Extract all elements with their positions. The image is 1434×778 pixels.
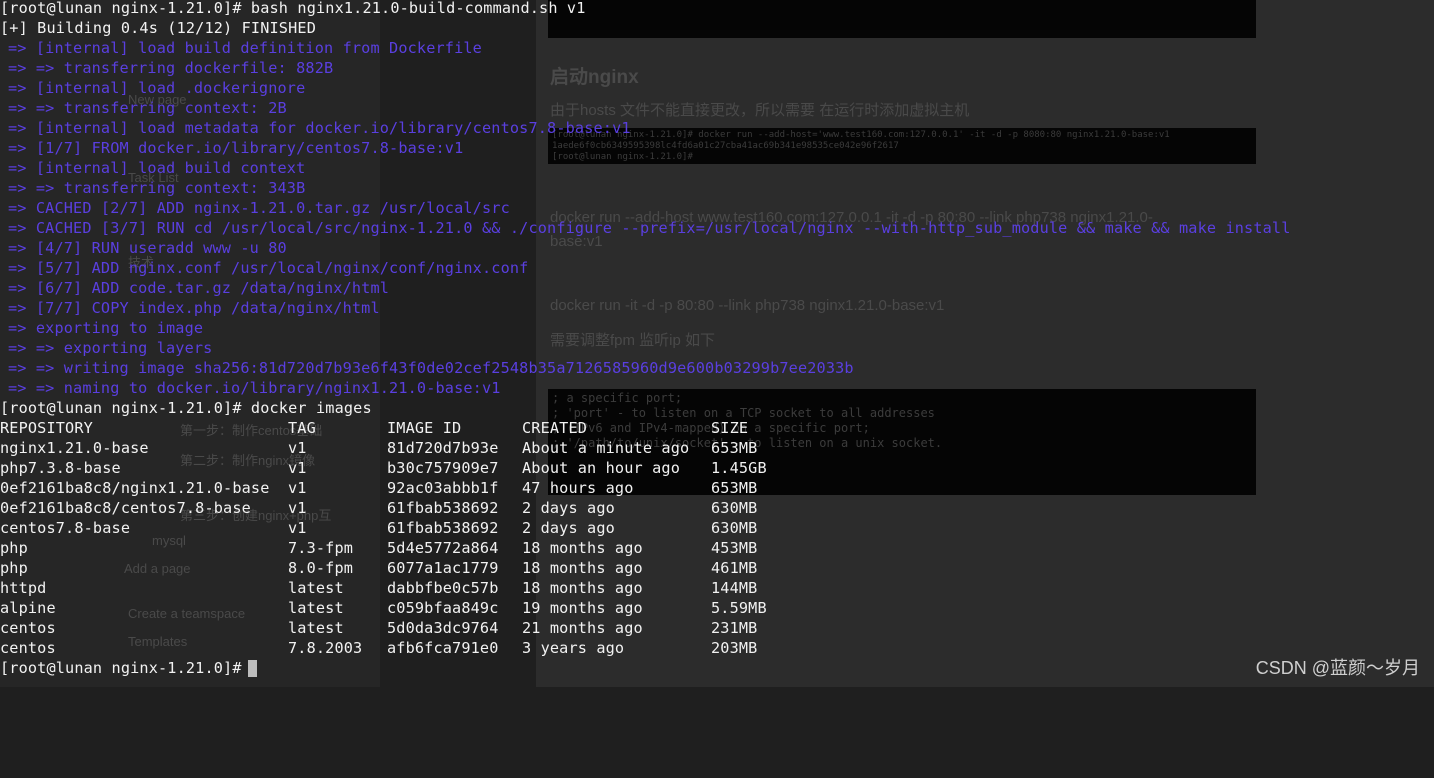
cell-image-id: 61fbab538692 bbox=[387, 499, 499, 517]
build-step: => exporting to image bbox=[8, 319, 204, 337]
build-header: [+] Building 0.4s (12/12) FINISHED bbox=[0, 19, 316, 37]
terminal-cursor bbox=[247, 660, 257, 677]
cell-image-id: 5d0da3dc9764 bbox=[387, 619, 499, 637]
table-row: centos 7.8.2003 afb6fca791e0 3 years ago… bbox=[0, 638, 800, 658]
build-step: => CACHED [2/7] ADD nginx-1.21.0.tar.gz … bbox=[8, 199, 510, 217]
terminal-prompt-images: [root@lunan nginx-1.21.0]# docker images bbox=[0, 399, 372, 417]
build-step: => [5/7] ADD nginx.conf /usr/local/nginx… bbox=[8, 259, 529, 277]
cell-tag: v1 bbox=[288, 459, 307, 477]
cell-tag: v1 bbox=[288, 479, 307, 497]
build-step: => => transferring context: 343B bbox=[8, 179, 306, 197]
cell-repository: 0ef2161ba8c8/nginx1.21.0-base bbox=[0, 479, 270, 497]
cell-repository: php bbox=[0, 539, 28, 557]
cell-size: 630MB bbox=[711, 499, 758, 517]
cell-repository: nginx1.21.0-base bbox=[0, 439, 149, 457]
cell-tag: v1 bbox=[288, 519, 307, 537]
cell-size: 203MB bbox=[711, 639, 758, 657]
build-step: => => transferring dockerfile: 882B bbox=[8, 59, 334, 77]
table-row: php7.3.8-base v1 b30c757909e7 About an h… bbox=[0, 458, 800, 478]
cell-tag: latest bbox=[288, 579, 344, 597]
header-repository: REPOSITORY bbox=[0, 419, 93, 437]
cell-tag: 7.8.2003 bbox=[288, 639, 363, 657]
cell-size: 453MB bbox=[711, 539, 758, 557]
table-row: 0ef2161ba8c8/centos7.8-base v1 61fbab538… bbox=[0, 498, 800, 518]
watermark: CSDN @蓝颜～岁月 bbox=[1255, 658, 1420, 678]
cell-size: 144MB bbox=[711, 579, 758, 597]
cell-size: 630MB bbox=[711, 519, 758, 537]
cell-created: About a minute ago bbox=[522, 439, 690, 457]
table-row: php 8.0-fpm 6077a1ac1779 18 months ago 4… bbox=[0, 558, 800, 578]
cell-created: 21 months ago bbox=[522, 619, 643, 637]
build-step: => => naming to docker.io/library/nginx1… bbox=[8, 379, 501, 397]
cell-tag: v1 bbox=[288, 499, 307, 517]
build-step: => [internal] load build context bbox=[8, 159, 306, 177]
cell-tag: latest bbox=[288, 599, 344, 617]
table-row: 0ef2161ba8c8/nginx1.21.0-base v1 92ac03a… bbox=[0, 478, 800, 498]
cell-size: 1.45GB bbox=[711, 459, 767, 477]
build-step: => [internal] load build definition from… bbox=[8, 39, 482, 57]
cell-created: 18 months ago bbox=[522, 559, 643, 577]
table-row: nginx1.21.0-base v1 81d720d7b93e About a… bbox=[0, 438, 800, 458]
cell-size: 231MB bbox=[711, 619, 758, 637]
cell-tag: latest bbox=[288, 619, 344, 637]
cell-image-id: 81d720d7b93e bbox=[387, 439, 499, 457]
build-step: => => exporting layers bbox=[8, 339, 213, 357]
table-row: centos latest 5d0da3dc9764 21 months ago… bbox=[0, 618, 800, 638]
build-step: => => writing image sha256:81d720d7b93e6… bbox=[8, 359, 854, 377]
cell-repository: alpine bbox=[0, 599, 56, 617]
build-step: => [7/7] COPY index.php /data/nginx/html bbox=[8, 299, 380, 317]
cell-image-id: 5d4e5772a864 bbox=[387, 539, 499, 557]
cell-image-id: 92ac03abbb1f bbox=[387, 479, 499, 497]
cell-repository: centos bbox=[0, 639, 56, 657]
cell-size: 5.59MB bbox=[711, 599, 767, 617]
table-row: php 7.3-fpm 5d4e5772a864 18 months ago 4… bbox=[0, 538, 800, 558]
cell-size: 653MB bbox=[711, 479, 758, 497]
cell-repository: php7.3.8-base bbox=[0, 459, 121, 477]
header-created: CREATED bbox=[522, 419, 588, 437]
cell-image-id: b30c757909e7 bbox=[387, 459, 499, 477]
build-step: => [internal] load metadata for docker.i… bbox=[8, 119, 631, 137]
cell-size: 461MB bbox=[711, 559, 758, 577]
cell-created: 3 years ago bbox=[522, 639, 625, 657]
cell-created: 19 months ago bbox=[522, 599, 643, 617]
cell-image-id: dabbfbe0c57b bbox=[387, 579, 499, 597]
cell-repository: centos bbox=[0, 619, 56, 637]
terminal-prompt-current[interactable]: [root@lunan nginx-1.21.0]# bbox=[0, 658, 257, 678]
cell-image-id: c059bfaa849c bbox=[387, 599, 499, 617]
cell-repository: httpd bbox=[0, 579, 47, 597]
cell-image-id: 61fbab538692 bbox=[387, 519, 499, 537]
cell-repository: 0ef2161ba8c8/centos7.8-base bbox=[0, 499, 251, 517]
prompt-text: [root@lunan nginx-1.21.0]# bbox=[0, 659, 242, 677]
cell-created: About an hour ago bbox=[522, 459, 680, 477]
header-tag: TAG bbox=[288, 419, 316, 437]
build-step: => [internal] load .dockerignore bbox=[8, 79, 306, 97]
terminal-prompt-build: [root@lunan nginx-1.21.0]# bash nginx1.2… bbox=[0, 0, 586, 17]
build-step: => CACHED [3/7] RUN cd /usr/local/src/ng… bbox=[8, 219, 1291, 237]
cell-created: 2 days ago bbox=[522, 519, 615, 537]
header-size: SIZE bbox=[711, 419, 749, 437]
table-row: centos7.8-base v1 61fbab538692 2 days ag… bbox=[0, 518, 800, 538]
cell-created: 18 months ago bbox=[522, 539, 643, 557]
build-step: => [4/7] RUN useradd www -u 80 bbox=[8, 239, 287, 257]
cell-tag: 8.0-fpm bbox=[288, 559, 354, 577]
build-step: => [1/7] FROM docker.io/library/centos7.… bbox=[8, 139, 464, 157]
terminal-window[interactable]: [root@lunan nginx-1.21.0]# bash nginx1.2… bbox=[0, 0, 1434, 687]
cell-tag: v1 bbox=[288, 439, 307, 457]
cell-repository: centos7.8-base bbox=[0, 519, 131, 537]
cell-size: 653MB bbox=[711, 439, 758, 457]
header-image-id: IMAGE ID bbox=[387, 419, 462, 437]
build-step: => [6/7] ADD code.tar.gz /data/nginx/htm… bbox=[8, 279, 390, 297]
images-table-header: REPOSITORY TAG IMAGE ID CREATED SIZE bbox=[0, 418, 800, 438]
cell-created: 18 months ago bbox=[522, 579, 643, 597]
table-row: httpd latest dabbfbe0c57b 18 months ago … bbox=[0, 578, 800, 598]
cell-tag: 7.3-fpm bbox=[288, 539, 354, 557]
cell-created: 47 hours ago bbox=[522, 479, 634, 497]
cell-repository: php bbox=[0, 559, 28, 577]
cell-image-id: afb6fca791e0 bbox=[387, 639, 499, 657]
cell-image-id: 6077a1ac1779 bbox=[387, 559, 499, 577]
table-row: alpine latest c059bfaa849c 19 months ago… bbox=[0, 598, 800, 618]
build-step: => => transferring context: 2B bbox=[8, 99, 287, 117]
cell-created: 2 days ago bbox=[522, 499, 615, 517]
